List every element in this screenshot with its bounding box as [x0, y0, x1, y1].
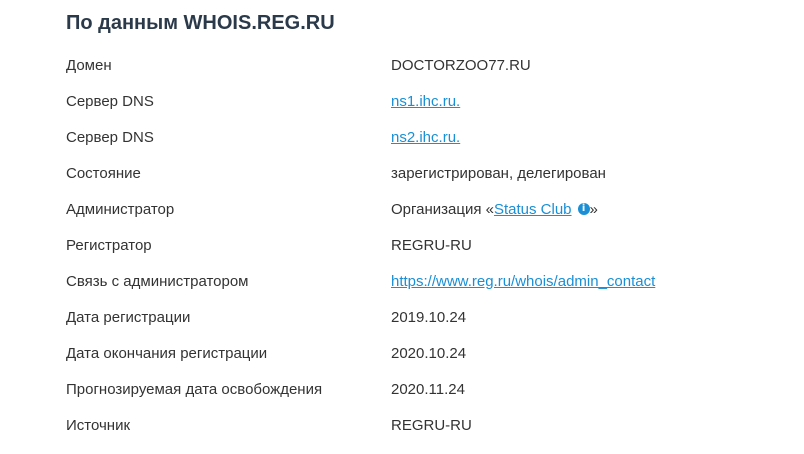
row-label: Источник [66, 416, 131, 434]
info-icon[interactable]: i [577, 203, 590, 215]
row-status: Состояние зарегистрирован, делегирован [66, 155, 786, 191]
row-domain: Домен DOCTORZOO77.RU [66, 47, 786, 83]
row-release-date: Прогнозируемая дата освобождения 2020.11… [66, 371, 786, 407]
administrator-suffix: » [589, 200, 598, 218]
admin-contact-link[interactable]: https://www.reg.ru/whois/admin_contact [391, 273, 655, 290]
registrar-value: REGRU-RU [391, 236, 472, 254]
expiration-date-value: 2020.10.24 [391, 344, 467, 362]
row-label: Регистратор [66, 236, 152, 254]
administrator-value: Организация «Status Club i» [391, 201, 598, 218]
row-label: Сервер DNS [66, 92, 154, 110]
row-label: Администратор [66, 200, 175, 218]
row-registrar: Регистратор REGRU-RU [66, 227, 786, 263]
source-value: REGRU-RU [391, 416, 472, 434]
row-dns-2: Сервер DNS ns2.ihc.ru. [66, 119, 786, 155]
administrator-prefix: Организация « [391, 200, 494, 218]
row-label: Связь с администратором [66, 272, 249, 290]
administrator-link[interactable]: Status Club [494, 201, 572, 218]
domain-value: DOCTORZOO77.RU [391, 56, 531, 74]
row-expiration-date: Дата окончания регистрации 2020.10.24 [66, 335, 786, 371]
row-admin-contact: Связь с администратором https://www.reg.… [66, 263, 786, 299]
row-registration-date: Дата регистрации 2019.10.24 [66, 299, 786, 335]
row-source: Источник REGRU-RU [66, 407, 786, 443]
row-label: Дата регистрации [66, 308, 191, 326]
row-label: Сервер DNS [66, 128, 154, 146]
row-label: Состояние [66, 164, 141, 182]
page-title: По данным WHOIS.REG.RU [66, 12, 335, 34]
release-date-value: 2020.11.24 [391, 380, 465, 398]
dns-server-link-1[interactable]: ns1.ihc.ru. [391, 93, 460, 110]
row-label: Прогнозируемая дата освобождения [66, 380, 323, 398]
row-administrator: Администратор Организация «Status Club i» [66, 191, 786, 227]
row-label: Дата окончания регистрации [66, 344, 268, 362]
dns-server-link-2[interactable]: ns2.ihc.ru. [391, 129, 460, 146]
registration-date-value: 2019.10.24 [391, 308, 467, 326]
row-dns-1: Сервер DNS ns1.ihc.ru. [66, 83, 786, 119]
row-label: Домен [66, 56, 112, 74]
status-value: зарегистрирован, делегирован [391, 164, 606, 182]
whois-table: Домен DOCTORZOO77.RU Сервер DNS ns1.ihc.… [66, 47, 786, 443]
